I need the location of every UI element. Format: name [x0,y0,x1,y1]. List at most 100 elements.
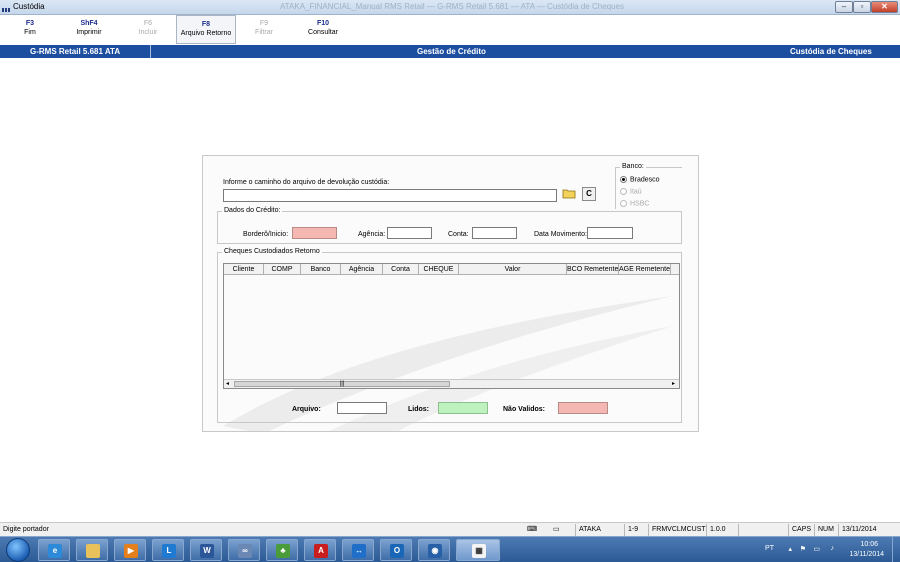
taskbar-outlook-button[interactable]: O [380,539,412,561]
rms-app-icon: ▦ [472,544,486,558]
nao-validos-field[interactable] [558,402,608,414]
col-banco[interactable]: Banco [301,264,341,275]
restore-button[interactable]: ▫ [853,1,871,13]
bank-option-itau[interactable]: Itaú [620,188,642,195]
fkey-consultar-button[interactable]: F10 Consultar [298,15,348,44]
arquivo-label: Arquivo: [292,406,321,413]
fkey-label: Fim [24,29,36,36]
flag-icon[interactable]: ⚑ [800,545,806,553]
col-cheque[interactable]: CHEQUE [419,264,459,275]
dados-credito-title: Dados do Crédito: [222,207,283,214]
clear-path-button[interactable]: C [582,187,596,201]
taskbar-app-button[interactable]: ∞ [228,539,260,561]
status-bar: Digite portador ⌨ ▭ ATAKA 1-9 FRMVCLMCUS… [0,522,900,536]
window-title: Custódia [13,2,45,11]
grid-header: Cliente COMP Banco Agência Conta CHEQUE … [224,264,679,275]
close-button[interactable]: ✕ [871,1,898,13]
cheques-grid[interactable]: Cliente COMP Banco Agência Conta CHEQUE … [223,263,680,389]
app-icon [2,3,12,12]
fkey-label: Consultar [308,29,338,36]
col-agencia[interactable]: Agência [341,264,383,275]
game-icon: ♣ [276,544,290,558]
volume-icon[interactable]: ♪ [831,545,835,552]
arquivo-field[interactable] [337,402,387,414]
conta-field[interactable] [472,227,517,239]
taskbar-media-button[interactable]: ▶ [114,539,146,561]
tray-expand-icon[interactable]: ▴ [788,545,792,553]
module-header-bar: G-RMS Retail 5.681 ATA Gestão de Crédito… [0,45,900,58]
fkey-label: Filtrar [255,29,273,36]
col-conta[interactable]: Conta [383,264,419,275]
bordero-label: Borderô/Inicio: [243,231,289,238]
folder-browse-icon[interactable] [562,187,576,201]
bank-option-label: Bradesco [630,176,660,184]
col-comp[interactable]: COMP [264,264,301,275]
taskbar-ie-button[interactable]: e [38,539,70,561]
fkey-incluir-button[interactable]: F6 Incluir [128,15,168,44]
clock-time[interactable]: 10:06 [860,541,878,548]
ie-icon: e [48,544,62,558]
scroll-thumb[interactable]: ||| [234,381,450,387]
fkey-code: F10 [316,20,330,27]
bank-option-label: HSBC [630,200,650,208]
fkey-code: F8 [201,21,211,28]
bank-option-bradesco[interactable]: Bradesco [620,176,660,183]
show-desktop-button[interactable] [892,537,900,562]
scroll-right-icon[interactable]: ▸ [672,380,675,387]
minimize-button[interactable]: ‒ [835,1,853,13]
teamviewer-icon: ↔ [352,544,366,558]
fkey-fim-button[interactable]: F3 Fim [12,15,48,44]
fkey-label: Arquivo Retorno [180,30,232,37]
data-movimento-field[interactable] [587,227,633,239]
bank-option-label: Itaú [630,188,642,196]
nao-validos-label: Não Validos: [503,406,546,413]
bank-option-hsbc[interactable]: HSBC [620,200,649,207]
radio-icon [620,188,627,195]
fkey-code: ShF4 [80,20,98,27]
start-button[interactable] [6,538,30,562]
fkey-label: Incluir [138,29,158,36]
bordero-field[interactable] [292,227,337,239]
col-cliente[interactable]: Cliente [224,264,264,275]
taskbar-sql-button[interactable]: ◉ [418,539,450,561]
fkey-filtrar-button[interactable]: F9 Filtrar [246,15,282,44]
scroll-left-icon[interactable]: ◂ [226,380,229,387]
status-user: ATAKA [575,524,619,536]
system-version-label: G-RMS Retail 5.681 ATA [30,47,121,56]
media-player-icon: ▶ [124,544,138,558]
grid-horizontal-scrollbar[interactable]: ◂ ||| ▸ [224,379,679,388]
window-faded-title: ATAKA_FINANCIAL_Manual RMS Retail — G-RM… [280,2,624,11]
lidos-label: Lidos: [408,406,429,413]
keyboard-icon: ⌨ [527,526,538,533]
fkey-code: F9 [259,20,269,27]
taskbar-word-button[interactable]: W [190,539,222,561]
screen-title: Custódia de Cheques [790,47,872,56]
header-divider [150,45,151,58]
language-indicator[interactable]: PT [765,545,774,552]
app-icon: ∞ [238,544,252,558]
path-input[interactable] [223,189,557,202]
status-form: FRMVCLMCUST [648,524,706,536]
path-label: Informe o caminho do arquivo de devoluçã… [223,179,390,186]
network-icon[interactable]: ▭ [813,545,820,553]
clock-date[interactable]: 13/11/2014 [849,551,884,558]
taskbar-pdf-button[interactable]: A [304,539,336,561]
fkey-arquivo-retorno-button[interactable]: F8 Arquivo Retorno [176,15,236,44]
bank-group-title: Banco: [620,163,646,170]
fkey-imprimir-button[interactable]: ShF4 Imprimir [64,15,114,44]
taskbar-rms-button[interactable]: ▦ [456,539,500,561]
lidos-field[interactable] [438,402,488,414]
agencia-field[interactable] [387,227,432,239]
status-range: 1-9 [624,524,646,536]
taskbar-teamviewer-button[interactable]: ↔ [342,539,374,561]
col-valor[interactable]: Valor [459,264,567,275]
col-bco-remetente[interactable]: BCO Remetente [567,264,619,275]
taskbar-lync-button[interactable]: L [152,539,184,561]
status-message: Digite portador [3,526,49,533]
taskbar-explorer-button[interactable] [76,539,108,561]
taskbar-game-button[interactable]: ♣ [266,539,298,561]
agencia-label: Agência: [358,231,386,238]
module-title: Gestão de Crédito [417,47,486,56]
col-age-remetente[interactable]: AGE Remetente [619,264,671,275]
outlook-icon: O [390,544,404,558]
